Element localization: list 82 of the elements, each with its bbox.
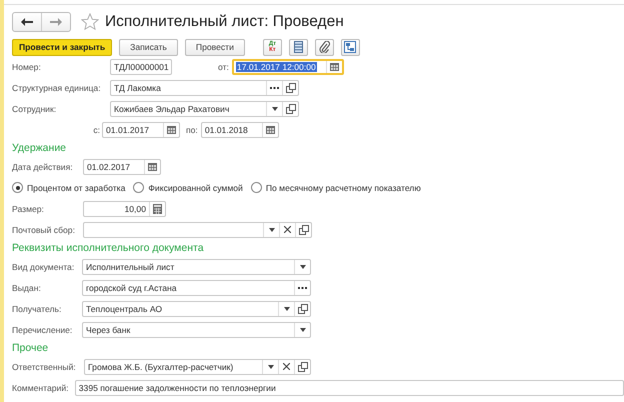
calendar-button[interactable] xyxy=(326,60,342,72)
calculator-icon xyxy=(153,204,162,214)
radio-label: Фиксированной суммой xyxy=(148,182,243,192)
caret-icon xyxy=(300,264,306,268)
field-label: Перечисление: xyxy=(12,324,74,334)
field-label: Структурная единица: xyxy=(12,82,102,92)
field-label: Выдан: xyxy=(12,282,42,292)
date-field[interactable]: 01.02.2017 xyxy=(83,158,161,174)
unit-field[interactable]: ТД Лакомка xyxy=(110,80,299,96)
section-title: Удержание xyxy=(12,142,68,156)
date-field[interactable]: 17.01.2017 12:00:00 xyxy=(232,58,344,74)
caret-icon xyxy=(300,328,306,332)
responsible-field[interactable]: Громова Ж.Б. (Бухгалтер-расчетчик) xyxy=(84,358,311,374)
toolbar-button[interactable]: Записать xyxy=(119,38,178,56)
right-arrow-icon xyxy=(50,18,62,26)
caret-icon xyxy=(268,228,274,232)
field-label: Комментарий: xyxy=(12,382,70,392)
field-label: Вид документа: xyxy=(12,262,76,272)
window-title: Исполнительный лист: Проведен xyxy=(105,13,344,31)
select-button[interactable] xyxy=(266,80,282,94)
close-icon xyxy=(283,363,290,370)
input-field[interactable]: Теплоцентраль АО xyxy=(82,300,311,316)
copy-icon xyxy=(298,224,308,234)
field-label: от: xyxy=(218,62,229,72)
field-label: по: xyxy=(186,124,198,134)
left-arrow-icon xyxy=(21,18,33,26)
field-label: Получатель: xyxy=(12,304,62,314)
field-label: Сотрудник: xyxy=(12,104,58,114)
structure-button[interactable] xyxy=(340,38,360,56)
open-button[interactable] xyxy=(294,360,310,374)
list-button[interactable] xyxy=(288,38,308,56)
copy-icon xyxy=(286,82,296,92)
calendar-button[interactable] xyxy=(163,122,179,136)
section-title: Прочее xyxy=(12,342,50,356)
radio-label: Процентом от заработка xyxy=(27,182,126,192)
open-button[interactable] xyxy=(282,102,298,116)
close-icon xyxy=(284,226,291,233)
calendar-icon xyxy=(266,125,275,134)
caret-icon xyxy=(284,306,290,310)
calendar-icon xyxy=(167,125,176,134)
calendar-icon xyxy=(148,162,157,171)
structure-icon xyxy=(344,41,356,53)
open-button[interactable] xyxy=(295,222,311,236)
copy-icon xyxy=(298,362,308,372)
calendar-icon xyxy=(330,62,339,71)
copy-icon xyxy=(286,104,296,114)
input-field[interactable]: Через банк xyxy=(82,322,311,338)
select-button[interactable] xyxy=(294,280,310,294)
copy-icon xyxy=(298,304,308,314)
amount-field[interactable]: 10,00 xyxy=(83,200,166,216)
list-icon xyxy=(294,41,303,53)
field-label: Размер: xyxy=(12,204,45,214)
radio-button[interactable]: По месячному расчетному показателю xyxy=(250,182,421,193)
attach-button[interactable] xyxy=(314,38,334,56)
caret-icon xyxy=(268,364,274,368)
radio-button[interactable]: Фиксированной суммой xyxy=(133,182,243,193)
input-field[interactable]: городской суд г.Астана xyxy=(82,280,311,296)
postal-fee-field[interactable] xyxy=(83,222,312,238)
paperclip-icon xyxy=(318,41,330,53)
open-button[interactable] xyxy=(294,302,310,316)
toolbar-button[interactable]: Провести xyxy=(184,38,245,56)
radio-button[interactable]: Процентом от заработка xyxy=(12,182,126,193)
caret-icon xyxy=(272,106,278,110)
section-title: Реквизиты исполнительного документа xyxy=(12,242,205,256)
employee-field[interactable]: Кожибаев Эльдар Рахатович xyxy=(110,100,299,116)
field-label: с: xyxy=(92,124,101,134)
input-field[interactable]: Исполнительный лист xyxy=(82,258,311,274)
number-field[interactable]: ТДЛ00000001 xyxy=(110,58,172,74)
calendar-button[interactable] xyxy=(262,122,278,136)
field-label: Почтовый сбор: xyxy=(12,224,76,234)
field-label: Дата действия: xyxy=(12,162,74,172)
toolbar-button[interactable]: Провести и закрыть xyxy=(12,38,112,56)
calendar-button[interactable] xyxy=(144,160,160,174)
field-label: Ответственный: xyxy=(12,362,77,372)
star-icon[interactable] xyxy=(81,13,99,31)
radio-label: По месячному расчетному показателю xyxy=(266,182,421,192)
date-field[interactable]: 01.01.2018 xyxy=(200,122,279,138)
date-field[interactable]: 01.01.2017 xyxy=(102,122,180,138)
comment-field[interactable]: 3395 погашение задолженности по теплоэнергии xyxy=(74,380,624,396)
calculator-button[interactable] xyxy=(149,202,165,216)
field-label: Номер: xyxy=(12,62,42,72)
open-button[interactable] xyxy=(282,80,298,94)
